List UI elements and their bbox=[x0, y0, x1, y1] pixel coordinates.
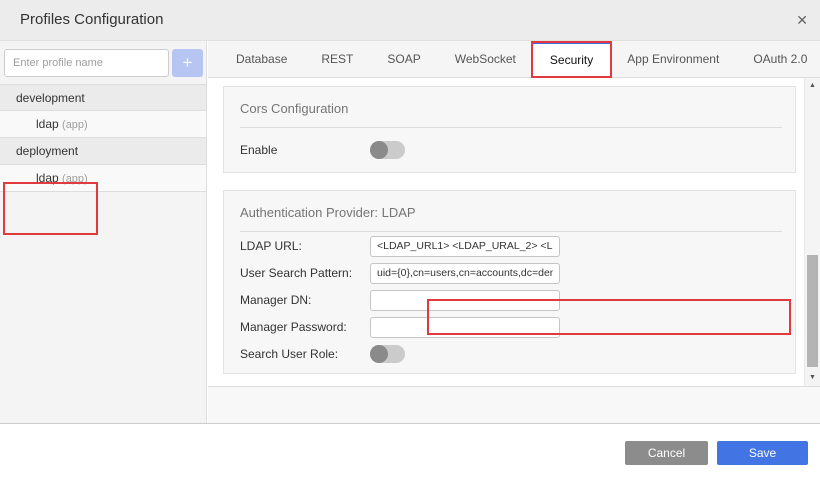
tab-app-environment[interactable]: App Environment bbox=[610, 41, 736, 77]
dialog-header: Profiles Configuration ✕ bbox=[0, 0, 820, 41]
close-icon[interactable]: ✕ bbox=[796, 0, 808, 40]
toggle-knob bbox=[370, 141, 388, 159]
sidebar-item-ldap-deployment[interactable]: ldap (app) bbox=[0, 165, 206, 192]
dialog-footer: Cancel Save bbox=[0, 423, 820, 480]
form-row-manager-password: Manager Password: bbox=[224, 314, 795, 340]
profiles-list: development ldap (app) deployment ldap (… bbox=[0, 84, 206, 192]
manager-password-input[interactable] bbox=[370, 317, 560, 338]
profile-label: deployment bbox=[16, 144, 78, 158]
form-row-manager-dn: Manager DN: bbox=[224, 287, 795, 313]
tab-oauth[interactable]: OAuth 2.0 bbox=[736, 41, 820, 77]
scroll-up-icon[interactable]: ▲ bbox=[805, 80, 820, 92]
toggle-knob bbox=[370, 345, 388, 363]
search-user-role-toggle[interactable] bbox=[370, 344, 406, 364]
profile-label: development bbox=[16, 91, 85, 105]
tab-websocket[interactable]: WebSocket bbox=[438, 41, 533, 77]
user-search-pattern-label: User Search Pattern: bbox=[240, 266, 370, 280]
manager-password-label: Manager Password: bbox=[240, 320, 370, 334]
content-scrollbar[interactable]: ▲ ▼ bbox=[804, 78, 820, 386]
add-profile-button[interactable]: + bbox=[172, 49, 203, 77]
section-divider bbox=[240, 127, 782, 128]
sidebar-item-development[interactable]: development bbox=[0, 84, 206, 111]
scrollbar-thumb[interactable] bbox=[807, 255, 818, 367]
section-title-cors: Cors Configuration bbox=[224, 87, 795, 116]
profiles-sidebar: + development ldap (app) deployment ldap… bbox=[0, 41, 207, 423]
tab-security[interactable]: Security bbox=[533, 41, 610, 77]
manager-dn-input[interactable] bbox=[370, 290, 560, 311]
app-suffix: (app) bbox=[62, 119, 88, 131]
profiles-configuration-dialog: Profiles Configuration ✕ + development l… bbox=[0, 0, 820, 480]
cors-enable-toggle[interactable] bbox=[370, 140, 406, 160]
ldap-url-label: LDAP URL: bbox=[240, 239, 370, 253]
enable-label: Enable bbox=[240, 143, 370, 157]
tab-rest[interactable]: REST bbox=[304, 41, 370, 77]
app-suffix: (app) bbox=[62, 173, 88, 185]
search-user-role-label: Search User Role: bbox=[240, 347, 370, 361]
ldap-provider-section: Authentication Provider: LDAP LDAP URL: … bbox=[223, 190, 796, 374]
profile-name-input[interactable] bbox=[4, 49, 169, 77]
section-title-ldap: Authentication Provider: LDAP bbox=[224, 191, 795, 220]
sidebar-item-ldap-development[interactable]: ldap (app) bbox=[0, 111, 206, 138]
security-tab-panel: Cors Configuration Enable Authentication… bbox=[208, 78, 804, 386]
save-button[interactable]: Save bbox=[717, 441, 808, 465]
user-search-pattern-input[interactable] bbox=[370, 263, 560, 284]
form-row-user-search-pattern: User Search Pattern: bbox=[224, 260, 795, 286]
tab-security-label: Security bbox=[550, 53, 593, 67]
app-label: ldap bbox=[36, 117, 59, 131]
dialog-title: Profiles Configuration bbox=[20, 0, 163, 40]
app-label: ldap bbox=[36, 171, 59, 185]
panel-bottom-strip bbox=[208, 386, 820, 423]
tab-database[interactable]: Database bbox=[219, 41, 304, 77]
tab-soap[interactable]: SOAP bbox=[370, 41, 437, 77]
manager-dn-label: Manager DN: bbox=[240, 293, 370, 307]
tab-bar: Database REST SOAP WebSocket Security Ap… bbox=[208, 41, 820, 78]
cancel-button[interactable]: Cancel bbox=[625, 441, 708, 465]
section-divider bbox=[240, 231, 782, 232]
form-row-search-user-role: Search User Role: bbox=[224, 341, 795, 367]
ldap-url-input[interactable] bbox=[370, 236, 560, 257]
form-row-enable: Enable bbox=[224, 137, 795, 163]
scroll-down-icon[interactable]: ▼ bbox=[805, 372, 820, 384]
sidebar-item-deployment[interactable]: deployment bbox=[0, 138, 206, 165]
cors-configuration-section: Cors Configuration Enable bbox=[223, 86, 796, 173]
form-row-ldap-url: LDAP URL: bbox=[224, 233, 795, 259]
profile-search-row: + bbox=[4, 49, 203, 77]
